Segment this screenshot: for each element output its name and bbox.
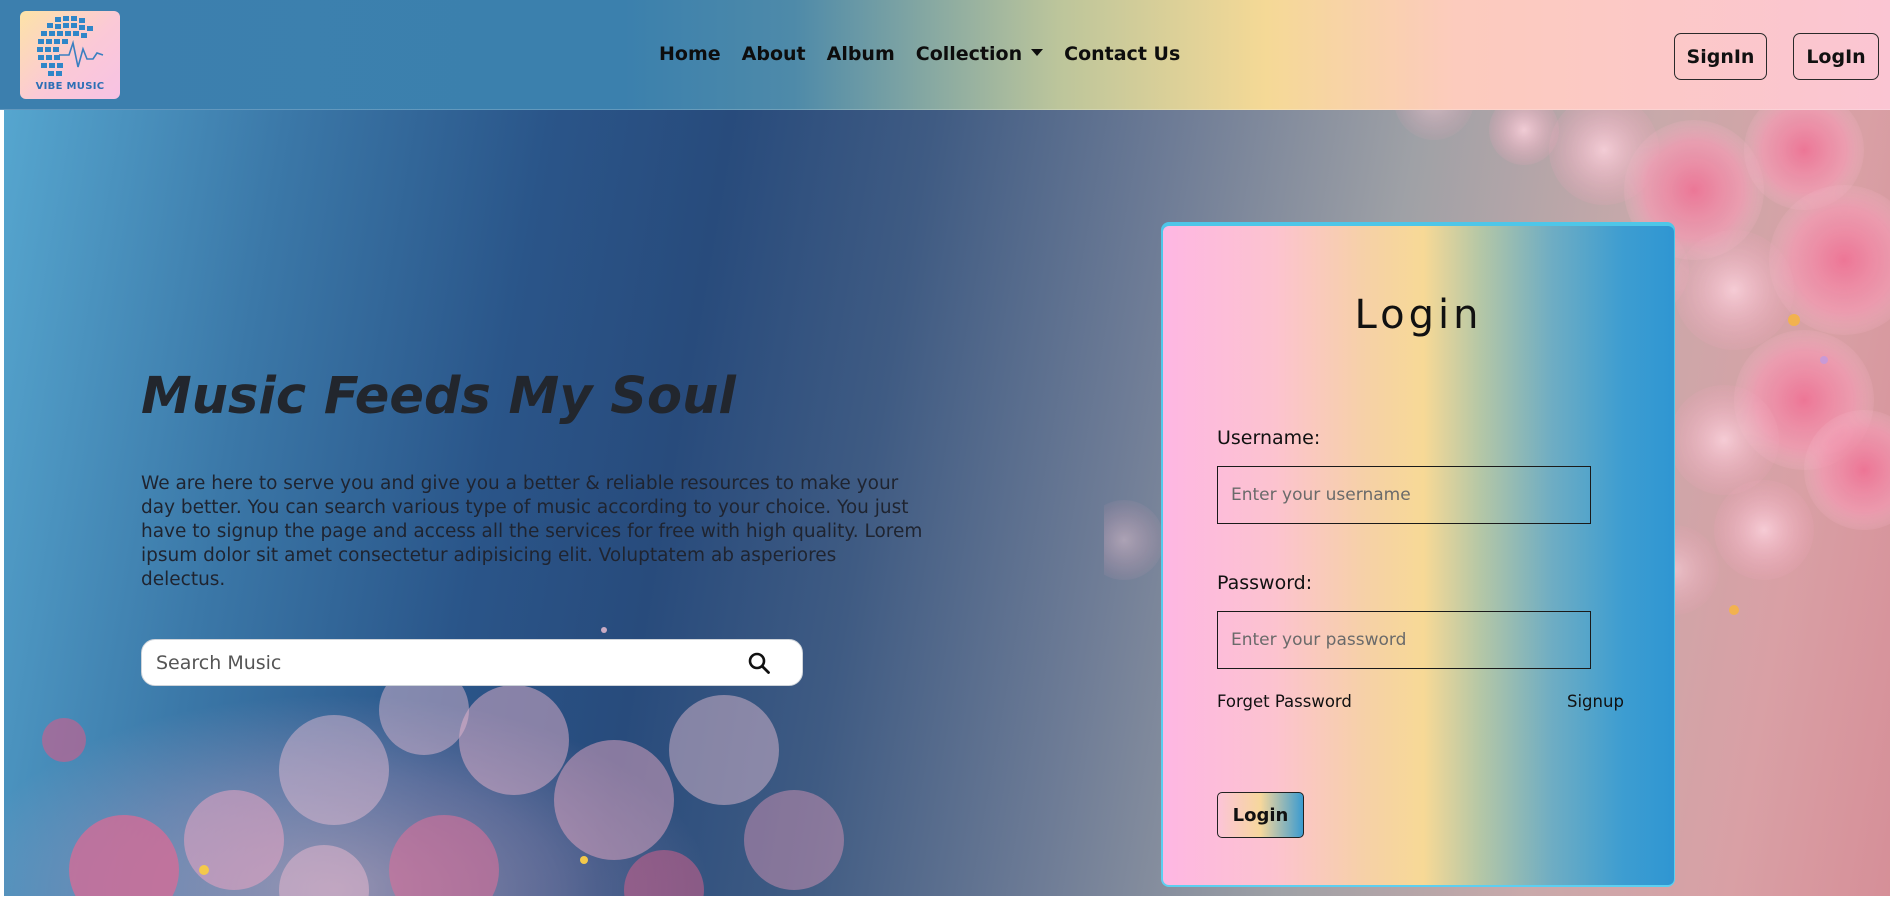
nav-album[interactable]: Album xyxy=(827,43,895,65)
username-input[interactable] xyxy=(1217,466,1591,524)
password-label: Password: xyxy=(1217,572,1313,594)
login-title: Login xyxy=(1354,292,1483,338)
chevron-down-icon xyxy=(1031,49,1044,56)
login-card: Login Username: Password: Forget Passwor… xyxy=(1163,226,1674,885)
signin-button[interactable]: SignIn xyxy=(1674,33,1767,80)
nav-home[interactable]: Home xyxy=(659,43,721,65)
username-label: Username: xyxy=(1217,427,1321,449)
nav-collection-dropdown[interactable]: Collection xyxy=(915,43,1044,65)
login-nav-button[interactable]: LogIn xyxy=(1793,33,1879,80)
search-input[interactable] xyxy=(156,640,716,685)
signup-link[interactable]: Signup xyxy=(1567,692,1624,711)
search-icon[interactable] xyxy=(747,651,771,675)
hero-title: Music Feeds My Soul xyxy=(141,367,736,426)
search-bar xyxy=(141,639,803,686)
password-input[interactable] xyxy=(1217,611,1591,669)
forget-password-link[interactable]: Forget Password xyxy=(1217,692,1352,711)
nav-contact-us[interactable]: Contact Us xyxy=(1064,43,1180,65)
nav-collection-label: Collection xyxy=(915,43,1023,65)
hero-description: We are here to serve you and give you a … xyxy=(141,473,923,590)
flowers-bottom-image xyxy=(42,627,844,896)
main-nav: Home About Album Collection Contact Us xyxy=(659,43,1201,65)
nav-about[interactable]: About xyxy=(742,43,806,65)
logo-text: VIBE MUSIC xyxy=(35,81,105,92)
login-submit-button[interactable]: Login xyxy=(1217,792,1304,838)
brand-logo[interactable]: VIBE MUSIC xyxy=(20,11,120,99)
top-navbar: VIBE MUSIC Home About Album Collection C… xyxy=(0,0,1890,110)
equalizer-logo-icon xyxy=(37,16,104,76)
